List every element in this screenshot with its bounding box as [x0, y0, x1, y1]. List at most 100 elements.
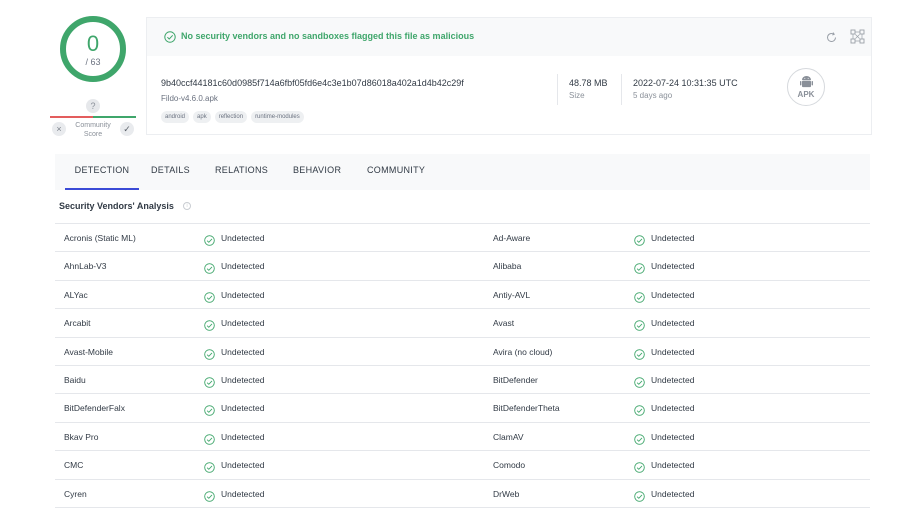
vendor-results-table: Acronis (Static ML) Undetected Ad-Aware Und…: [55, 223, 870, 508]
vendor-name: Comodo: [493, 460, 526, 471]
undetected-check-icon: [634, 347, 645, 360]
vendor-name: Avast-Mobile: [64, 346, 113, 357]
community-score-label-line1: Community: [75, 122, 111, 129]
undetected-check-icon: [204, 347, 215, 360]
vendor-name: Arcabit: [64, 318, 91, 329]
undetected-check-icon: [204, 261, 215, 275]
vendor-result: Undetected: [651, 233, 695, 243]
file-report-page: 0 / 63 ? × Community Score ✓ No security…: [0, 0, 900, 518]
detection-score-total: / 63: [85, 57, 101, 67]
undetected-check-icon: [204, 290, 215, 303]
undetected-check-icon: [204, 432, 215, 445]
vendor-name: ALYac: [64, 289, 88, 300]
divider: [621, 74, 622, 105]
undetected-check-icon: [204, 233, 215, 246]
vendor-result: Undetected: [221, 261, 265, 272]
vendor-name: DrWeb: [493, 488, 520, 499]
vendor-name: CMC: [64, 460, 84, 471]
undetected-check-icon: [634, 460, 645, 473]
file-size-label: Size: [569, 91, 585, 100]
vendor-name: Acronis (Static ML): [64, 233, 136, 243]
vendor-result: Undetected: [221, 488, 265, 499]
tag-android[interactable]: android: [161, 111, 190, 123]
tag-reflection[interactable]: reflection: [214, 111, 248, 123]
tab-behavior[interactable]: BEHAVIOR: [293, 154, 341, 190]
undetected-check-icon: [204, 375, 215, 388]
undetected-check-icon: [634, 403, 645, 417]
vendor-result: Undetected: [651, 431, 695, 442]
tag-apk[interactable]: apk: [193, 111, 211, 123]
tab-detection[interactable]: DETECTION: [65, 154, 139, 190]
vote-harmless-button[interactable]: ✓: [120, 122, 134, 136]
file-tags: android apk reflection runtime-modules: [161, 111, 304, 123]
table-row: Arcabit Undetected Avast Undetected: [55, 309, 870, 338]
undetected-check-icon: [204, 489, 215, 502]
vendor-result: Undetected: [221, 289, 265, 300]
vendor-name: Ad-Aware: [493, 233, 531, 243]
vendor-name: Baidu: [64, 374, 86, 385]
section-title: Security Vendors' Analysis: [59, 201, 174, 211]
divider: [557, 74, 558, 105]
file-type-badge: APK: [787, 68, 825, 106]
vendor-name: AhnLab-V3: [64, 261, 107, 272]
vendor-name: Avast: [493, 318, 515, 329]
verdict-banner: No security vendors and no sandboxes fla…: [147, 18, 871, 56]
table-row: Baidu Undetected BitDefender Undetected: [55, 366, 870, 395]
android-icon: [800, 76, 813, 88]
vendor-name: BitDefenderTheta: [493, 403, 560, 414]
table-row: Cyren Undetected DrWeb Undetected: [55, 480, 870, 508]
undetected-check-icon: [204, 460, 215, 473]
undetected-check-icon: [634, 233, 645, 246]
vendor-result: Undetected: [221, 374, 265, 385]
vendor-result: Undetected: [651, 289, 695, 300]
undetected-check-icon: [204, 403, 215, 417]
table-row: BitDefenderFalx Undetected BitDefenderThet…: [55, 394, 870, 423]
file-hash[interactable]: 9b40ccf44181c60d0985f714a6fbf05fd6e4c3e1…: [161, 78, 464, 88]
tag-runtime-modules[interactable]: runtime-modules: [251, 111, 304, 123]
vendor-name: ClamAV: [493, 431, 524, 442]
vendor-name: Bkav Pro: [64, 431, 99, 442]
undetected-check-icon: [634, 318, 645, 331]
vendor-name: BitDefender: [493, 374, 538, 385]
table-row: ALYac Undetected Antiy-AVL Undetected: [55, 281, 870, 310]
tab-relations[interactable]: RELATIONS: [215, 154, 268, 190]
tab-community[interactable]: COMMUNITY: [367, 154, 425, 190]
similar-files-icon[interactable]: [850, 29, 865, 44]
undetected-check-icon: [634, 375, 645, 388]
undetected-check-icon: [634, 261, 645, 275]
community-score-bar-positive: [93, 116, 136, 118]
vendor-name: Cyren: [64, 488, 87, 499]
file-summary-card: No security vendors and no sandboxes fla…: [146, 17, 872, 135]
file-type-text: APK: [797, 90, 815, 99]
report-tabs: DETECTION DETAILS RELATIONS BEHAVIOR COM…: [55, 154, 870, 190]
vendor-result: Undetected: [221, 431, 265, 442]
vendor-result: Undetected: [651, 488, 695, 499]
table-row: Bkav Pro Undetected ClamAV Undetected: [55, 423, 870, 452]
info-icon[interactable]: i: [183, 202, 191, 210]
vote-malicious-button[interactable]: ×: [52, 122, 66, 136]
file-name: Fildo-v4.6.0.apk: [161, 94, 218, 103]
vendor-name: Antiy-AVL: [493, 289, 531, 300]
detection-score-value: 0: [86, 31, 100, 56]
vendor-result: Undetected: [651, 460, 695, 471]
community-score-label: Community Score: [70, 121, 116, 139]
table-row: Acronis (Static ML) Undetected Ad-Aware Und…: [55, 224, 870, 253]
tab-details[interactable]: DETAILS: [151, 154, 190, 190]
table-row: AhnLab-V3 Undetected Alibaba Undetected: [55, 252, 870, 281]
reanalyze-icon[interactable]: [825, 31, 838, 44]
undetected-check-icon: [204, 318, 215, 331]
last-analysis-date: 2022-07-24 10:31:35 UTC: [633, 78, 738, 88]
community-score-bar-negative: [50, 116, 93, 118]
vendor-result: Undetected: [221, 318, 265, 329]
vendor-name: BitDefenderFalx: [64, 403, 125, 414]
vendor-result: Undetected: [651, 261, 695, 272]
table-row: Avast-Mobile Undetected Avira (no cloud) Un…: [55, 338, 870, 366]
vendor-result: Undetected: [651, 374, 695, 385]
community-score-unknown-icon: ?: [86, 99, 100, 113]
vendor-result: Undetected: [221, 403, 265, 414]
last-analysis-relative: 5 days ago: [633, 91, 673, 100]
vendor-result: Undetected: [651, 318, 695, 329]
vendor-name: Avira (no cloud): [493, 346, 553, 357]
table-row: CMC Undetected Comodo Undetected: [55, 451, 870, 480]
community-score-label-line2: Score: [83, 131, 103, 138]
